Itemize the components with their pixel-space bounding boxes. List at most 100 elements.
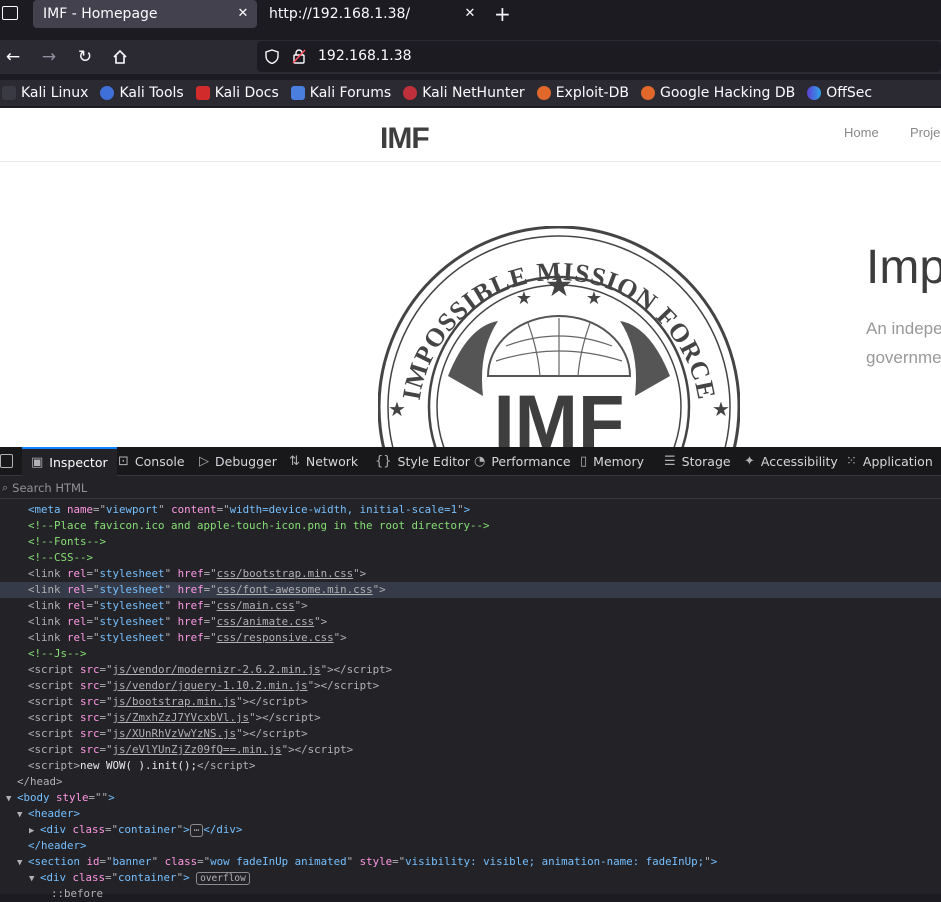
markup-div-container[interactable]: ▶ <div class="container"> ⋯ </div>: [0, 822, 941, 838]
markup-body-open[interactable]: ▼ <body style="">: [0, 790, 941, 806]
devtools-tab-storage[interactable]: ☰ Storage: [664, 447, 731, 476]
nav-home-link[interactable]: Home: [844, 125, 879, 140]
search-html-placeholder: Search HTML: [12, 480, 88, 495]
markup-div-container[interactable]: ▼ <div class="container"> overflow: [0, 870, 941, 886]
page-viewport: IMF Home Proje IMPOSSIBLE MISSION FORCE …: [0, 108, 941, 447]
storage-icon: ☰: [664, 454, 676, 469]
devtools-tab-style-editor[interactable]: {} Style Editor: [375, 447, 470, 476]
markup-comment[interactable]: <!--Js-->: [0, 646, 941, 662]
devtools-tab-application[interactable]: ⁙ Application: [846, 447, 933, 476]
expanded-twisty-icon[interactable]: ▼: [29, 871, 34, 887]
element-picker-icon[interactable]: [0, 454, 13, 468]
markup-comment[interactable]: <!--Fonts-->: [0, 534, 941, 550]
markup-script-line[interactable]: <script src="js/ZmxhZzJ7YVcxbVl.js"></sc…: [0, 710, 941, 726]
accessibility-icon: ✦: [744, 454, 755, 469]
markup-script-line[interactable]: <script src="js/eVlYUnZjZz09fQ==.min.js"…: [0, 742, 941, 758]
tab-ip[interactable]: http://192.168.1.38/ ✕: [260, 0, 484, 28]
svg-text:★: ★: [516, 288, 532, 309]
bookmark-exploit-db[interactable]: Exploit-DB: [536, 85, 629, 101]
hero-subtitle: An indepe governme: [866, 314, 941, 372]
memory-icon: ▯: [580, 454, 588, 469]
close-icon[interactable]: ✕: [462, 6, 478, 22]
bookmark-kali-forums[interactable]: Kali Forums: [290, 85, 391, 101]
devtools-tab-memory[interactable]: ▯ Memory: [580, 447, 644, 476]
bookmarks-toolbar: Kali Linux Kali Tools Kali Docs Kali For…: [0, 80, 941, 106]
collapsed-twisty-icon[interactable]: ▶: [29, 823, 34, 839]
devtools-tab-inspector[interactable]: ▣ Inspector: [22, 447, 117, 476]
bookmark-kali-nethunter[interactable]: Kali NetHunter: [403, 85, 525, 101]
shield-icon[interactable]: [265, 49, 279, 68]
forward-icon[interactable]: →: [36, 44, 62, 70]
overflow-badge[interactable]: overflow: [196, 872, 250, 885]
devtools-tab-performance[interactable]: ◔ Performance: [474, 447, 571, 476]
new-tab-icon[interactable]: +: [494, 2, 511, 26]
kali-dragon-icon: [2, 86, 16, 100]
html-search-bar[interactable]: ⌕ Search HTML: [0, 477, 941, 499]
ghdb-icon: [640, 86, 655, 100]
devtools-tab-bar: ▣ Inspector ⊡ Console ▷ Debugger ⇅ Network {…: [0, 447, 941, 476]
hero-subtitle-line: governme: [866, 348, 941, 367]
markup-script-line[interactable]: <script src="js/XUnRhVzVwYzNS.js"></scri…: [0, 726, 941, 742]
expanded-twisty-icon[interactable]: ▼: [17, 807, 22, 823]
tab-bar: IMF - Homepage ✕ http://192.168.1.38/ ✕ …: [0, 0, 941, 28]
markup-comment[interactable]: <!--Place favicon.ico and apple-touch-ic…: [0, 518, 941, 534]
svg-text:★: ★: [388, 397, 406, 421]
markup-link-line[interactable]: <link rel="stylesheet" href="css/bootstr…: [0, 566, 941, 582]
markup-link-line[interactable]: <link rel="stylesheet" href="css/animate…: [0, 614, 941, 630]
debugger-icon: ▷: [199, 454, 209, 469]
site-logo[interactable]: IMF: [380, 122, 430, 156]
expanded-twisty-icon[interactable]: ▼: [6, 791, 11, 807]
markup-header-open[interactable]: ▼ <header>: [0, 806, 941, 822]
svg-text:★: ★: [545, 266, 574, 304]
markup-inline-script[interactable]: <script>new WOW( ).init();</script>: [0, 758, 941, 774]
tab-imf-homepage[interactable]: IMF - Homepage ✕: [33, 0, 257, 28]
url-bar[interactable]: 192.168.1.38: [257, 41, 941, 72]
markup-comment[interactable]: <!--CSS-->: [0, 550, 941, 566]
markup-script-line[interactable]: <script src="js/bootstrap.min.js"></scri…: [0, 694, 941, 710]
close-icon[interactable]: ✕: [235, 6, 251, 22]
markup-link-line[interactable]: <link rel="stylesheet" href="css/respons…: [0, 630, 941, 646]
reload-icon[interactable]: ↻: [72, 44, 98, 70]
site-header: IMF Home Proje: [0, 108, 941, 162]
application-icon: ⁙: [846, 454, 857, 469]
bookmark-kali-tools[interactable]: Kali Tools: [100, 85, 184, 101]
bookmark-offsec[interactable]: OffSec: [807, 85, 872, 101]
markup-link-line-selected[interactable]: <link rel="stylesheet" href="css/font-aw…: [0, 582, 941, 598]
ellipsis-badge[interactable]: ⋯: [189, 824, 204, 837]
back-icon[interactable]: ←: [0, 44, 26, 70]
kali-forums-icon: [290, 86, 305, 100]
nav-projects-link[interactable]: Proje: [910, 125, 940, 140]
imf-seal-logo: IMPOSSIBLE MISSION FORCE ★ ★ ★ ★ ★ IMF: [377, 225, 741, 447]
nethunter-icon: [403, 86, 418, 100]
devtools-tab-accessibility[interactable]: ✦ Accessibility: [744, 447, 838, 476]
devtools-tab-network[interactable]: ⇅ Network: [289, 447, 358, 476]
insecure-lock-icon[interactable]: [291, 48, 307, 68]
markup-header-close[interactable]: </header>: [0, 838, 941, 854]
bookmark-google-hacking-db[interactable]: Google Hacking DB: [640, 85, 795, 101]
markup-pseudo-before[interactable]: ::before: [0, 886, 941, 902]
markup-script-line[interactable]: <script src="js/vendor/modernizr-2.6.2.m…: [0, 662, 941, 678]
tab-title: http://192.168.1.38/: [269, 6, 411, 22]
exploit-db-icon: [536, 86, 551, 100]
markup-script-line[interactable]: <script src="js/vendor/jquery-1.10.2.min…: [0, 678, 941, 694]
markup-link-line[interactable]: <link rel="stylesheet" href="css/main.cs…: [0, 598, 941, 614]
console-icon: ⊡: [118, 454, 129, 469]
kali-tools-icon: [100, 86, 115, 100]
devtools-tab-console[interactable]: ⊡ Console: [118, 447, 185, 476]
bookmark-kali-docs[interactable]: Kali Docs: [195, 85, 279, 101]
style-editor-icon: {}: [375, 454, 392, 469]
network-icon: ⇅: [289, 454, 300, 469]
tab-title: IMF - Homepage: [43, 6, 158, 22]
kali-docs-icon: [195, 86, 210, 100]
home-icon[interactable]: [107, 44, 133, 70]
markup-view: <meta name="viewport" content="width=dev…: [0, 502, 941, 900]
markup-head-close[interactable]: </head>: [0, 774, 941, 790]
bookmark-kali-linux[interactable]: Kali Linux: [2, 85, 88, 101]
seal-center-text: IMF: [494, 380, 625, 447]
devtools-tab-debugger[interactable]: ▷ Debugger: [199, 447, 277, 476]
markup-line[interactable]: <meta name="viewport" content="width=dev…: [0, 502, 941, 518]
markup-section-banner[interactable]: ▼ <section id="banner" class="wow fadeInU…: [0, 854, 941, 870]
devtools-panel: ▣ Inspector ⊡ Console ▷ Debugger ⇅ Network {…: [0, 447, 941, 900]
tab-list-icon[interactable]: [2, 6, 18, 20]
expanded-twisty-icon[interactable]: ▼: [17, 855, 22, 871]
